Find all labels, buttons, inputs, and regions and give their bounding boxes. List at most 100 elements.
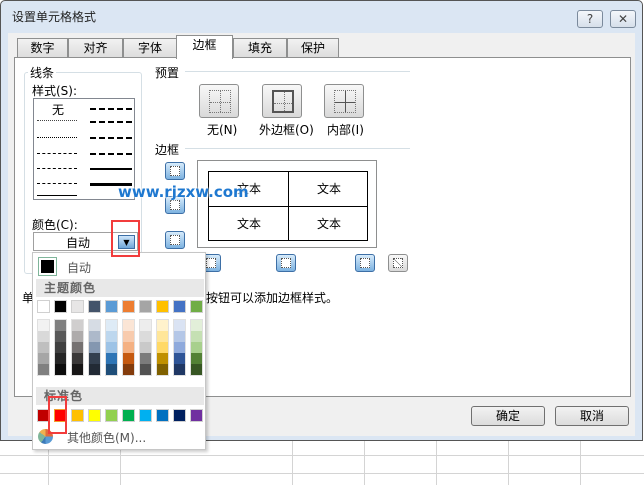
theme-shade-swatch[interactable]: [157, 331, 168, 342]
theme-shade-swatch[interactable]: [123, 331, 134, 342]
theme-shade-swatch[interactable]: [157, 353, 168, 364]
theme-shade-swatch[interactable]: [72, 353, 83, 364]
theme-shade-swatch[interactable]: [140, 331, 151, 342]
border-diagonal-button[interactable]: [388, 254, 408, 272]
tab-font[interactable]: 字体: [123, 38, 177, 58]
theme-shade-swatch[interactable]: [38, 342, 49, 353]
standard-color-swatch[interactable]: [105, 409, 118, 422]
theme-shade-swatch[interactable]: [174, 342, 185, 353]
theme-color-swatch[interactable]: [139, 300, 152, 313]
theme-shade-swatch[interactable]: [140, 353, 151, 364]
theme-shade-swatch[interactable]: [157, 320, 168, 331]
theme-shade-swatch[interactable]: [55, 320, 66, 331]
border-preview[interactable]: 文本 文本 文本 文本: [197, 160, 377, 248]
theme-color-swatch[interactable]: [54, 300, 67, 313]
standard-color-swatch[interactable]: [71, 409, 84, 422]
theme-shade-swatch[interactable]: [123, 342, 134, 353]
theme-shade-swatch[interactable]: [89, 331, 100, 342]
theme-shade-swatch[interactable]: [123, 320, 134, 331]
theme-shade-swatch[interactable]: [55, 331, 66, 342]
theme-color-swatch[interactable]: [88, 300, 101, 313]
theme-shade-swatch[interactable]: [106, 331, 117, 342]
theme-shade-swatch[interactable]: [140, 342, 151, 353]
theme-shade-swatch[interactable]: [140, 364, 151, 375]
line-style-dashdotdot[interactable]: [37, 153, 77, 154]
border-middle-vertical-button[interactable]: [276, 254, 296, 272]
tab-fill[interactable]: 填充: [233, 38, 287, 58]
theme-shade-swatch[interactable]: [72, 331, 83, 342]
cancel-button[interactable]: 取消: [555, 406, 629, 426]
theme-color-swatch[interactable]: [105, 300, 118, 313]
tab-alignment[interactable]: 对齐: [68, 38, 123, 58]
theme-shade-swatch[interactable]: [174, 320, 185, 331]
theme-color-swatch[interactable]: [156, 300, 169, 313]
standard-color-swatch[interactable]: [139, 409, 152, 422]
line-style-dashed[interactable]: [37, 183, 77, 184]
theme-shade-swatch[interactable]: [106, 320, 117, 331]
theme-shade-swatch[interactable]: [140, 320, 151, 331]
theme-shade-swatch[interactable]: [106, 364, 117, 375]
border-right-button[interactable]: [355, 254, 375, 272]
line-style-dashdot[interactable]: [37, 168, 77, 169]
theme-shade-swatch[interactable]: [157, 364, 168, 375]
theme-shade-swatch[interactable]: [174, 331, 185, 342]
theme-shade-swatch[interactable]: [89, 342, 100, 353]
theme-shade-swatch[interactable]: [191, 364, 202, 375]
standard-color-swatch[interactable]: [122, 409, 135, 422]
theme-shade-swatch[interactable]: [38, 353, 49, 364]
line-style-none[interactable]: 无: [52, 101, 64, 118]
theme-shade-swatch[interactable]: [89, 320, 100, 331]
theme-color-swatch[interactable]: [71, 300, 84, 313]
standard-color-swatch[interactable]: [190, 409, 203, 422]
theme-color-swatch[interactable]: [122, 300, 135, 313]
preset-none-button[interactable]: [199, 84, 239, 118]
theme-shade-swatch[interactable]: [106, 342, 117, 353]
border-top-button[interactable]: [165, 162, 185, 180]
theme-shade-swatch[interactable]: [72, 342, 83, 353]
line-style-slant[interactable]: [90, 121, 132, 123]
theme-shade-swatch[interactable]: [38, 364, 49, 375]
theme-color-swatch[interactable]: [173, 300, 186, 313]
theme-shade-swatch[interactable]: [55, 364, 66, 375]
theme-shade-swatch[interactable]: [191, 331, 202, 342]
auto-color-option[interactable]: 自动: [36, 256, 204, 278]
theme-color-swatch[interactable]: [190, 300, 203, 313]
help-button[interactable]: ?: [577, 10, 603, 28]
line-style-dotted[interactable]: [37, 137, 77, 138]
theme-shade-swatch[interactable]: [89, 364, 100, 375]
line-style-medium-dashdot[interactable]: [90, 137, 132, 139]
tab-border[interactable]: 边框: [176, 35, 233, 59]
theme-shade-swatch[interactable]: [55, 353, 66, 364]
preset-inside-button[interactable]: [324, 84, 364, 118]
standard-color-swatch[interactable]: [88, 409, 101, 422]
theme-shade-swatch[interactable]: [191, 353, 202, 364]
theme-shade-swatch[interactable]: [72, 364, 83, 375]
close-button[interactable]: ✕: [610, 10, 636, 28]
theme-color-swatch[interactable]: [37, 300, 50, 313]
theme-shade-swatch[interactable]: [106, 353, 117, 364]
theme-shade-swatch[interactable]: [72, 320, 83, 331]
standard-color-swatch[interactable]: [156, 409, 169, 422]
theme-shade-swatch[interactable]: [89, 353, 100, 364]
tab-number[interactable]: 数字: [17, 38, 68, 58]
line-style-medium-dashed[interactable]: [90, 153, 132, 155]
theme-shade-swatch[interactable]: [191, 342, 202, 353]
theme-shade-swatch[interactable]: [157, 342, 168, 353]
ok-button[interactable]: 确定: [471, 406, 545, 426]
standard-color-swatch[interactable]: [173, 409, 186, 422]
tab-protection[interactable]: 保护: [287, 38, 339, 58]
theme-shade-swatch[interactable]: [38, 320, 49, 331]
theme-shade-swatch[interactable]: [191, 320, 202, 331]
theme-shade-swatch[interactable]: [55, 342, 66, 353]
theme-shade-swatch[interactable]: [123, 353, 134, 364]
preset-outline-button[interactable]: [262, 84, 302, 118]
line-style-thin[interactable]: [37, 195, 77, 196]
theme-shade-swatch[interactable]: [174, 353, 185, 364]
line-style-medium[interactable]: [90, 168, 132, 170]
line-style-medium-dashdotdot[interactable]: [90, 108, 132, 110]
theme-shade-swatch[interactable]: [174, 364, 185, 375]
line-style-hair[interactable]: [37, 120, 77, 121]
theme-shade-swatch[interactable]: [123, 364, 134, 375]
theme-shade-swatch[interactable]: [38, 331, 49, 342]
border-bottom-button[interactable]: [165, 231, 185, 249]
